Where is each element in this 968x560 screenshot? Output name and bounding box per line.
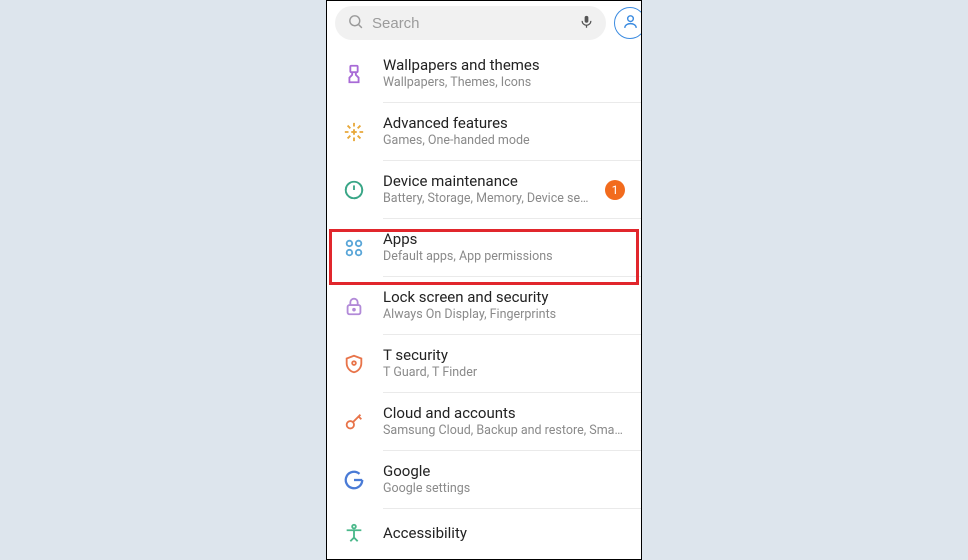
shield-icon — [341, 351, 367, 377]
item-subtitle: Games, One-handed mode — [383, 133, 625, 149]
mic-icon[interactable] — [579, 14, 594, 33]
key-icon — [341, 409, 367, 435]
settings-item-apps[interactable]: Apps Default apps, App permissions — [327, 219, 641, 276]
item-title: Google — [383, 462, 625, 481]
item-subtitle: Battery, Storage, Memory, Device se… — [383, 191, 589, 207]
item-subtitle: Always On Display, Fingerprints — [383, 307, 625, 323]
profile-icon — [622, 13, 639, 34]
settings-item-advanced[interactable]: Advanced features Games, One-handed mode — [327, 103, 641, 160]
item-subtitle: Samsung Cloud, Backup and restore, Smart… — [383, 423, 625, 439]
item-title: Cloud and accounts — [383, 404, 625, 423]
plus-gear-icon — [341, 119, 367, 145]
search-icon — [347, 13, 364, 34]
settings-item-lock[interactable]: Lock screen and security Always On Displ… — [327, 277, 641, 334]
settings-item-wallpapers[interactable]: Wallpapers and themes Wallpapers, Themes… — [327, 45, 641, 102]
google-icon — [341, 467, 367, 493]
settings-item-tsecurity[interactable]: T security T Guard, T Finder — [327, 335, 641, 392]
item-title: Wallpapers and themes — [383, 56, 625, 75]
profile-button[interactable] — [614, 7, 642, 39]
accessibility-icon — [341, 520, 367, 546]
lock-icon — [341, 293, 367, 319]
power-cycle-icon — [341, 177, 367, 203]
settings-screen: Wallpapers and themes Wallpapers, Themes… — [326, 0, 642, 560]
item-title: Lock screen and security — [383, 288, 625, 307]
search-bar — [327, 1, 641, 45]
search-input[interactable] — [372, 15, 571, 32]
item-subtitle: Wallpapers, Themes, Icons — [383, 75, 625, 91]
settings-item-accessibility[interactable]: Accessibility — [327, 509, 641, 557]
brush-icon — [341, 61, 367, 87]
item-title: Accessibility — [383, 524, 625, 543]
item-subtitle: Google settings — [383, 481, 625, 497]
settings-list: Wallpapers and themes Wallpapers, Themes… — [327, 45, 641, 557]
item-title: Device maintenance — [383, 172, 589, 191]
settings-item-cloud[interactable]: Cloud and accounts Samsung Cloud, Backup… — [327, 393, 641, 450]
notification-badge: 1 — [605, 180, 625, 200]
item-title: Advanced features — [383, 114, 625, 133]
item-title: T security — [383, 346, 625, 365]
item-subtitle: Default apps, App permissions — [383, 249, 625, 265]
item-subtitle: T Guard, T Finder — [383, 365, 625, 381]
search-field-wrap[interactable] — [335, 6, 606, 40]
settings-item-google[interactable]: Google Google settings — [327, 451, 641, 508]
apps-grid-icon — [341, 235, 367, 261]
settings-item-maintenance[interactable]: Device maintenance Battery, Storage, Mem… — [327, 161, 641, 218]
item-title: Apps — [383, 230, 625, 249]
